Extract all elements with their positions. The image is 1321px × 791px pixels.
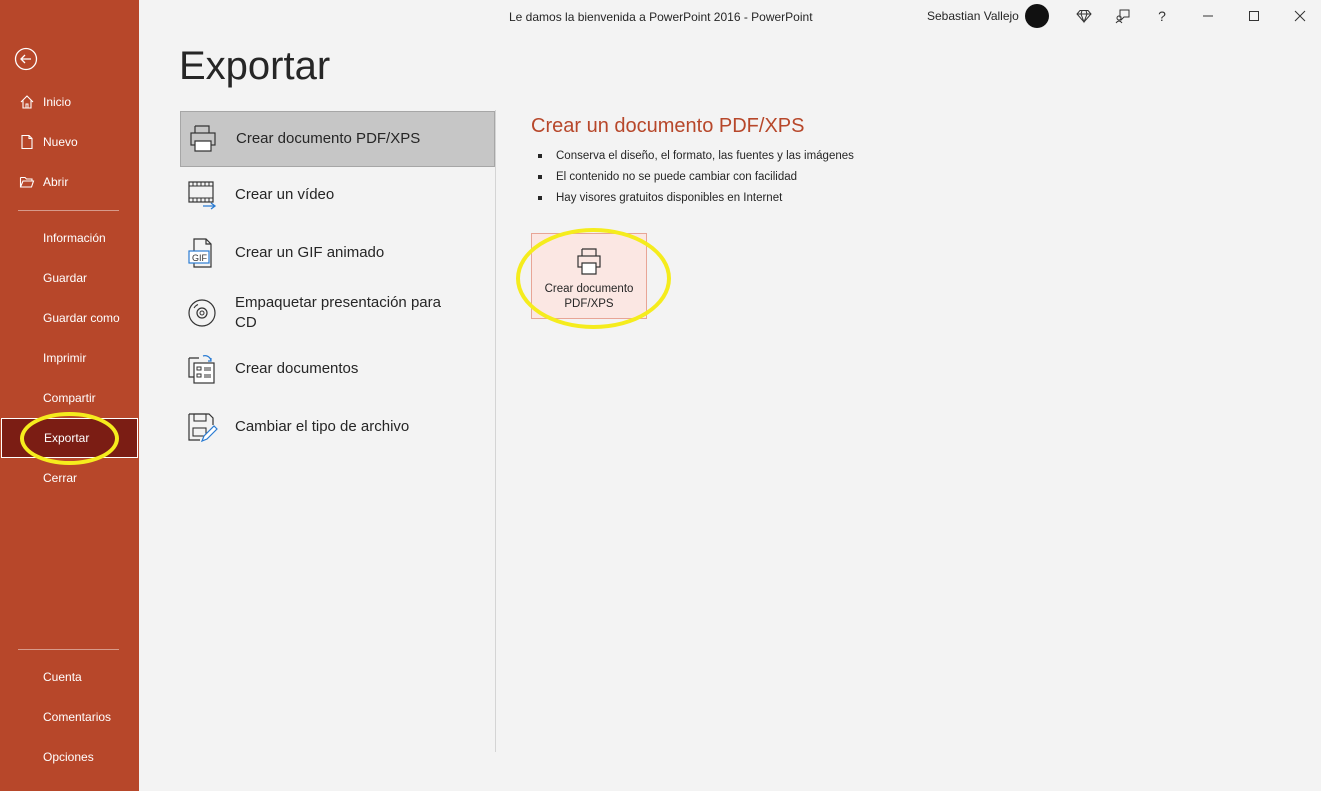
create-button-line2: PDF/XPS [564, 298, 614, 310]
back-button[interactable] [14, 47, 38, 71]
nav-item-exportar[interactable]: Exportar [1, 418, 138, 458]
bullet-dot [538, 174, 542, 179]
option-change-file-type[interactable]: Cambiar el tipo de archivo [180, 399, 495, 455]
folder-open-icon [18, 173, 36, 191]
nav-label: Compartir [43, 391, 96, 405]
video-icon [186, 179, 218, 211]
feedback-icon[interactable] [1111, 4, 1135, 28]
options-divider [495, 110, 496, 752]
create-button-label: Crear documento PDF/XPS [545, 282, 634, 312]
nav-item-guardar-como[interactable]: Guardar como [0, 298, 139, 338]
nav-item-guardar[interactable]: Guardar [0, 258, 139, 298]
nav-item-inicio[interactable]: Inicio [0, 82, 139, 122]
nav-label: Inicio [43, 95, 72, 109]
cd-icon [186, 297, 218, 329]
nav-item-cuenta[interactable]: Cuenta [0, 657, 139, 697]
nav-label: Nuevo [43, 135, 78, 149]
option-label: Crear un GIF animado [235, 244, 385, 261]
nav-label: Guardar como [43, 311, 120, 325]
nav-label: Comentarios [43, 710, 112, 724]
nav-label: Opciones [43, 750, 94, 764]
avatar[interactable] [1025, 4, 1049, 28]
bullet-dot [538, 153, 542, 158]
option-create-handouts[interactable]: Crear documentos [180, 341, 495, 397]
option-create-video[interactable]: Crear un vídeo [180, 167, 495, 223]
window-title: Le damos la bienvenida a PowerPoint 2016… [509, 10, 813, 24]
nav-label: Información [43, 231, 106, 245]
close-icon[interactable] [1288, 4, 1312, 28]
option-create-gif[interactable]: GIF Crear un GIF animado [180, 225, 495, 281]
pdf-document-icon [187, 123, 219, 155]
bullet-text: El contenido no se puede cambiar con fac… [556, 170, 798, 183]
nav-label: Imprimir [43, 351, 87, 365]
gif-badge-text: GIF [192, 253, 208, 263]
option-label: Crear un vídeo [235, 186, 335, 203]
back-arrow-icon [14, 47, 38, 71]
home-icon [18, 93, 36, 111]
option-package-cd[interactable]: Empaquetar presentación para CD [180, 283, 495, 343]
nav-item-comentarios[interactable]: Comentarios [0, 697, 139, 737]
nav-item-informacion[interactable]: Información [0, 218, 139, 258]
nav-item-nuevo[interactable]: Nuevo [0, 122, 139, 162]
backstage-sidebar: Inicio Nuevo Abrir Información Guardar G… [0, 0, 139, 791]
bullet-text: Hay visores gratuitos disponibles en Int… [556, 191, 783, 204]
option-label: Crear documento PDF/XPS [236, 130, 421, 147]
new-document-icon [18, 133, 36, 151]
option-label: Empaquetar presentación para CD [235, 294, 441, 331]
gif-icon: GIF [186, 237, 218, 269]
option-label: Cambiar el tipo de archivo [235, 418, 410, 435]
nav-label: Exportar [44, 431, 90, 445]
nav-item-imprimir[interactable]: Imprimir [0, 338, 139, 378]
detail-bullets: Conserva el diseño, el formato, las fuen… [538, 145, 854, 208]
option-create-pdf-xps[interactable]: Crear documento PDF/XPS [180, 111, 495, 167]
premium-diamond-icon[interactable] [1072, 4, 1096, 28]
nav-item-compartir[interactable]: Compartir [0, 378, 139, 418]
nav-label: Cerrar [43, 471, 78, 485]
bullet-item: Conserva el diseño, el formato, las fuen… [538, 145, 854, 166]
page-title: Exportar [179, 44, 331, 88]
create-button-line1: Crear documento [544, 283, 634, 295]
nav-item-abrir[interactable]: Abrir [0, 162, 139, 202]
change-file-type-icon [186, 411, 218, 443]
nav-item-opciones[interactable]: Opciones [0, 737, 139, 777]
maximize-icon[interactable] [1242, 4, 1266, 28]
bullet-item: El contenido no se puede cambiar con fac… [538, 166, 854, 187]
nav-divider [18, 649, 119, 650]
nav-label: Guardar [43, 271, 88, 285]
create-pdf-xps-button[interactable]: Crear documento PDF/XPS [531, 233, 647, 319]
handouts-icon [186, 353, 218, 385]
pdf-document-icon [577, 248, 601, 275]
nav-label: Cuenta [43, 670, 82, 684]
option-label: Crear documentos [235, 360, 359, 377]
bullet-dot [538, 195, 542, 200]
minimize-icon[interactable] [1196, 4, 1220, 28]
bullet-item: Hay visores gratuitos disponibles en Int… [538, 187, 854, 208]
nav-item-cerrar[interactable]: Cerrar [0, 458, 139, 498]
help-icon[interactable]: ? [1150, 4, 1174, 28]
nav-label: Abrir [43, 175, 69, 189]
nav-divider [18, 210, 119, 211]
detail-title: Crear un documento PDF/XPS [531, 115, 805, 137]
bullet-text: Conserva el diseño, el formato, las fuen… [556, 149, 854, 162]
user-name[interactable]: Sebastian Vallejo [927, 9, 1019, 23]
